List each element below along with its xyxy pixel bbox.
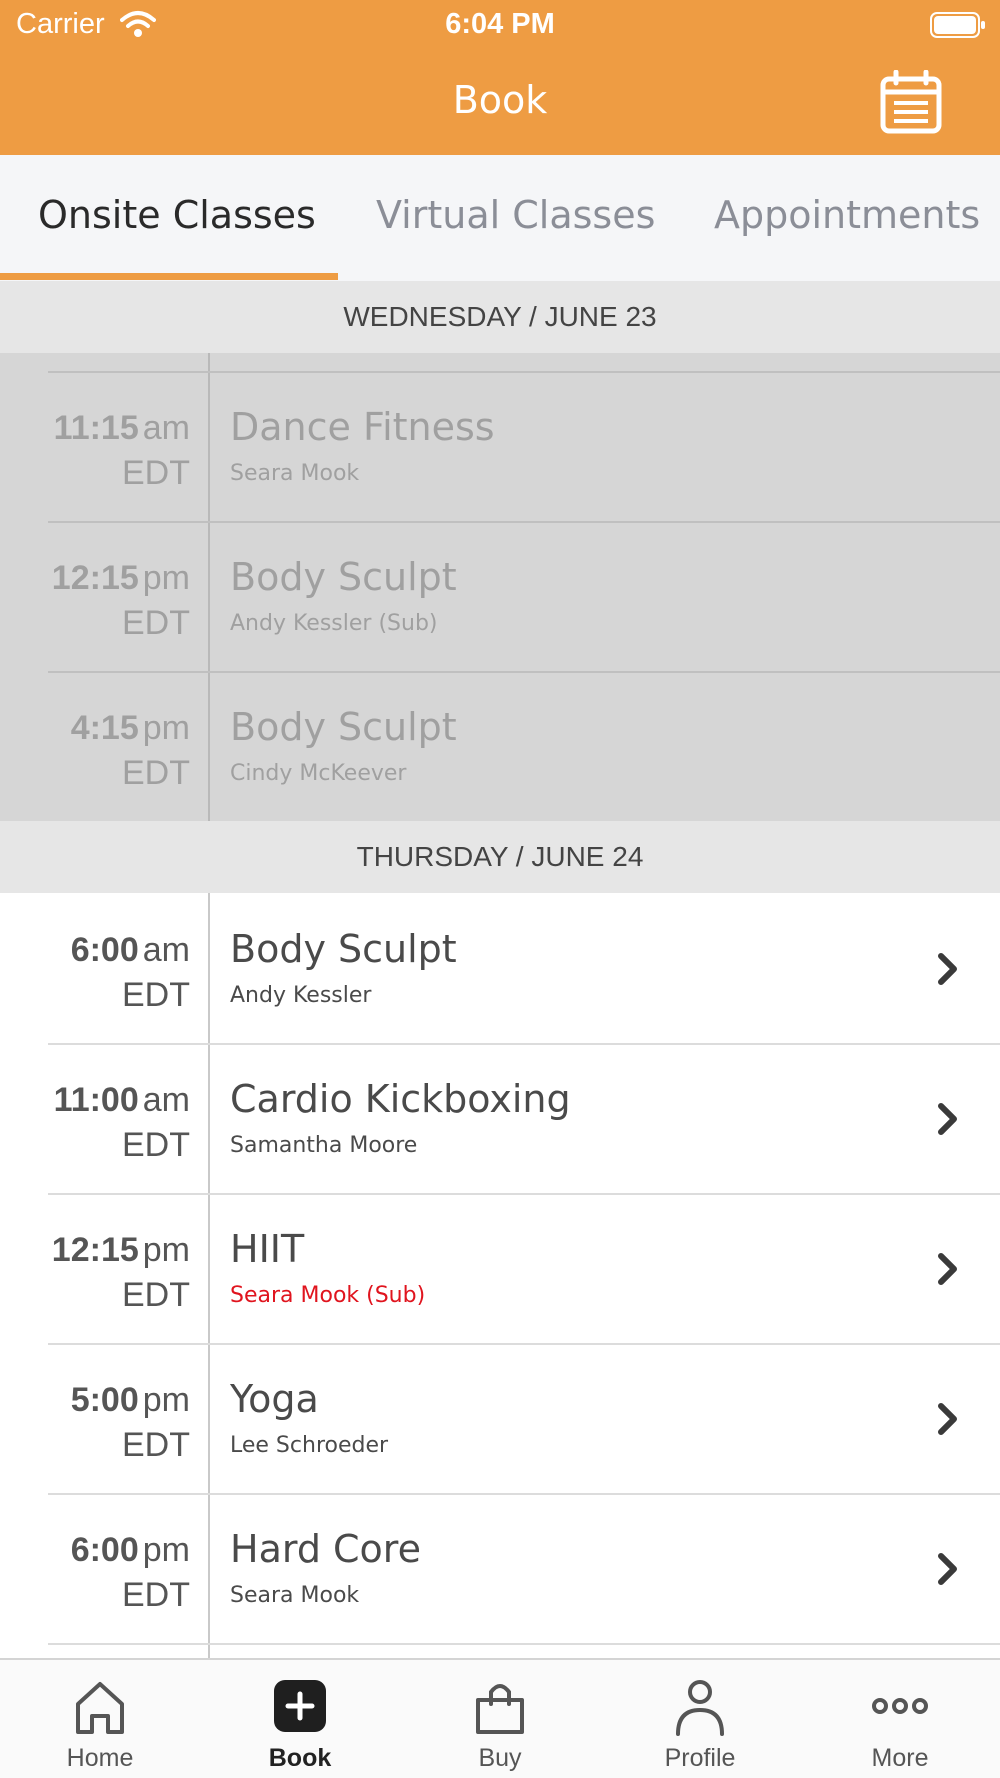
class-row[interactable]: 11:00 am EDT Cardio Kickboxing Samantha M… — [0, 1043, 1000, 1193]
tabbar-label: Buy — [478, 1744, 522, 1772]
class-row: 12:15 pm EDT Body Sculpt Andy Kessler (Su… — [0, 521, 1000, 671]
class-time: 12:15 pm — [51, 559, 190, 597]
class-name: Body Sculpt — [230, 555, 457, 599]
class-instructor: Seara Mook — [230, 1583, 360, 1608]
class-row-partial — [0, 1643, 1000, 1658]
battery-icon — [930, 12, 985, 38]
day-header-thursday: THURSDAY / JUNE 24 — [0, 821, 1000, 893]
class-name: Body Sculpt — [230, 927, 457, 971]
class-timezone: EDT — [122, 454, 190, 492]
class-time: 5:00 pm — [70, 1381, 190, 1419]
past-class-list: 11:15 am EDT Dance Fitness Seara Mook 12:… — [0, 353, 1000, 821]
class-time: 11:15 am — [53, 409, 190, 447]
tabbar-more[interactable]: More — [800, 1660, 1000, 1778]
row-divider — [48, 521, 1000, 523]
class-time: 12:15 pm — [51, 1231, 190, 1269]
class-timezone: EDT — [122, 976, 190, 1014]
class-instructor: Samantha Moore — [230, 1133, 418, 1158]
shopping-bag-icon — [476, 1684, 524, 1734]
class-name: Yoga — [230, 1377, 319, 1421]
status-bar: Carrier 6:04 PM — [0, 0, 1000, 52]
segment-tabs: Onsite Classes Virtual Classes Appointme… — [0, 155, 1000, 281]
tabbar-home[interactable]: Home — [0, 1660, 200, 1778]
row-divider — [48, 1493, 1000, 1495]
class-row[interactable]: 5:00 pm EDT Yoga Lee Schroeder — [0, 1343, 1000, 1493]
chevron-right-icon — [938, 1403, 957, 1435]
upcoming-class-list: 6:00 am EDT Body Sculpt Andy Kessler 11:0… — [0, 893, 1000, 1658]
class-row[interactable]: 6:00 am EDT Body Sculpt Andy Kessler — [0, 893, 1000, 1043]
chevron-right-icon — [938, 953, 957, 985]
class-timezone: EDT — [122, 1126, 190, 1164]
class-instructor: Andy Kessler — [230, 983, 372, 1008]
row-divider — [48, 1343, 1000, 1345]
tabbar-label: Book — [268, 1744, 332, 1772]
class-time: 6:00 pm — [70, 1531, 190, 1569]
plus-icon — [274, 1680, 326, 1732]
class-timezone: EDT — [122, 1576, 190, 1614]
row-divider — [48, 1043, 1000, 1045]
calendar-icon[interactable] — [880, 70, 942, 134]
more-icon — [872, 1698, 928, 1714]
class-instructor: Seara Mook — [230, 461, 360, 486]
tabbar-label: Home — [66, 1744, 134, 1772]
chevron-right-icon — [938, 1553, 957, 1585]
tab-onsite-classes[interactable]: Onsite Classes — [38, 193, 316, 237]
chevron-right-icon — [938, 1253, 957, 1285]
page-title: Book — [452, 78, 548, 122]
person-icon — [676, 1680, 724, 1736]
class-time: 4:15 pm — [70, 709, 190, 747]
row-divider — [48, 1193, 1000, 1195]
class-timezone: EDT — [122, 754, 190, 792]
row-divider — [48, 371, 1000, 373]
class-time: 6:00 am — [70, 931, 190, 969]
class-row[interactable]: 6:00 pm EDT Hard Core Seara Mook — [0, 1493, 1000, 1643]
class-row[interactable]: 12:15 pm EDT HIIT Seara Mook (Sub) — [0, 1193, 1000, 1343]
tabbar-profile[interactable]: Profile — [600, 1660, 800, 1778]
class-timezone: EDT — [122, 604, 190, 642]
row-divider — [48, 1643, 1000, 1645]
class-name: HIIT — [230, 1227, 305, 1271]
class-name: Hard Core — [230, 1527, 421, 1571]
class-name: Cardio Kickboxing — [230, 1077, 571, 1121]
tabbar-label: Profile — [664, 1744, 736, 1772]
class-row: 11:15 am EDT Dance Fitness Seara Mook — [0, 371, 1000, 521]
class-instructor: Lee Schroeder — [230, 1433, 389, 1458]
class-timezone: EDT — [122, 1426, 190, 1464]
home-icon — [76, 1682, 124, 1734]
tabbar-book[interactable]: Book — [200, 1660, 400, 1778]
status-time: 6:04 PM — [445, 8, 555, 40]
class-row: 4:15 pm EDT Body Sculpt Cindy McKeever — [0, 671, 1000, 821]
tab-appointments[interactable]: Appointments — [714, 193, 980, 237]
tabbar-label: More — [871, 1744, 929, 1772]
class-timezone: EDT — [122, 1276, 190, 1314]
class-name: Dance Fitness — [230, 405, 495, 449]
class-instructor: Cindy McKeever — [230, 761, 407, 786]
active-tab-indicator — [0, 273, 338, 280]
nav-header: Carrier 6:04 PM Book — [0, 0, 1000, 155]
chevron-right-icon — [938, 1103, 957, 1135]
bottom-tab-bar: Home Book Buy Profile More — [0, 1658, 1000, 1778]
class-instructor-sub: Seara Mook (Sub) — [230, 1283, 426, 1308]
day-header-wednesday: WEDNESDAY / JUNE 23 — [0, 281, 1000, 353]
tab-virtual-classes[interactable]: Virtual Classes — [376, 193, 655, 237]
class-time: 11:00 am — [53, 1081, 190, 1119]
tabbar-buy[interactable]: Buy — [400, 1660, 600, 1778]
class-name: Body Sculpt — [230, 705, 457, 749]
row-divider — [48, 671, 1000, 673]
class-instructor: Andy Kessler (Sub) — [230, 611, 438, 636]
